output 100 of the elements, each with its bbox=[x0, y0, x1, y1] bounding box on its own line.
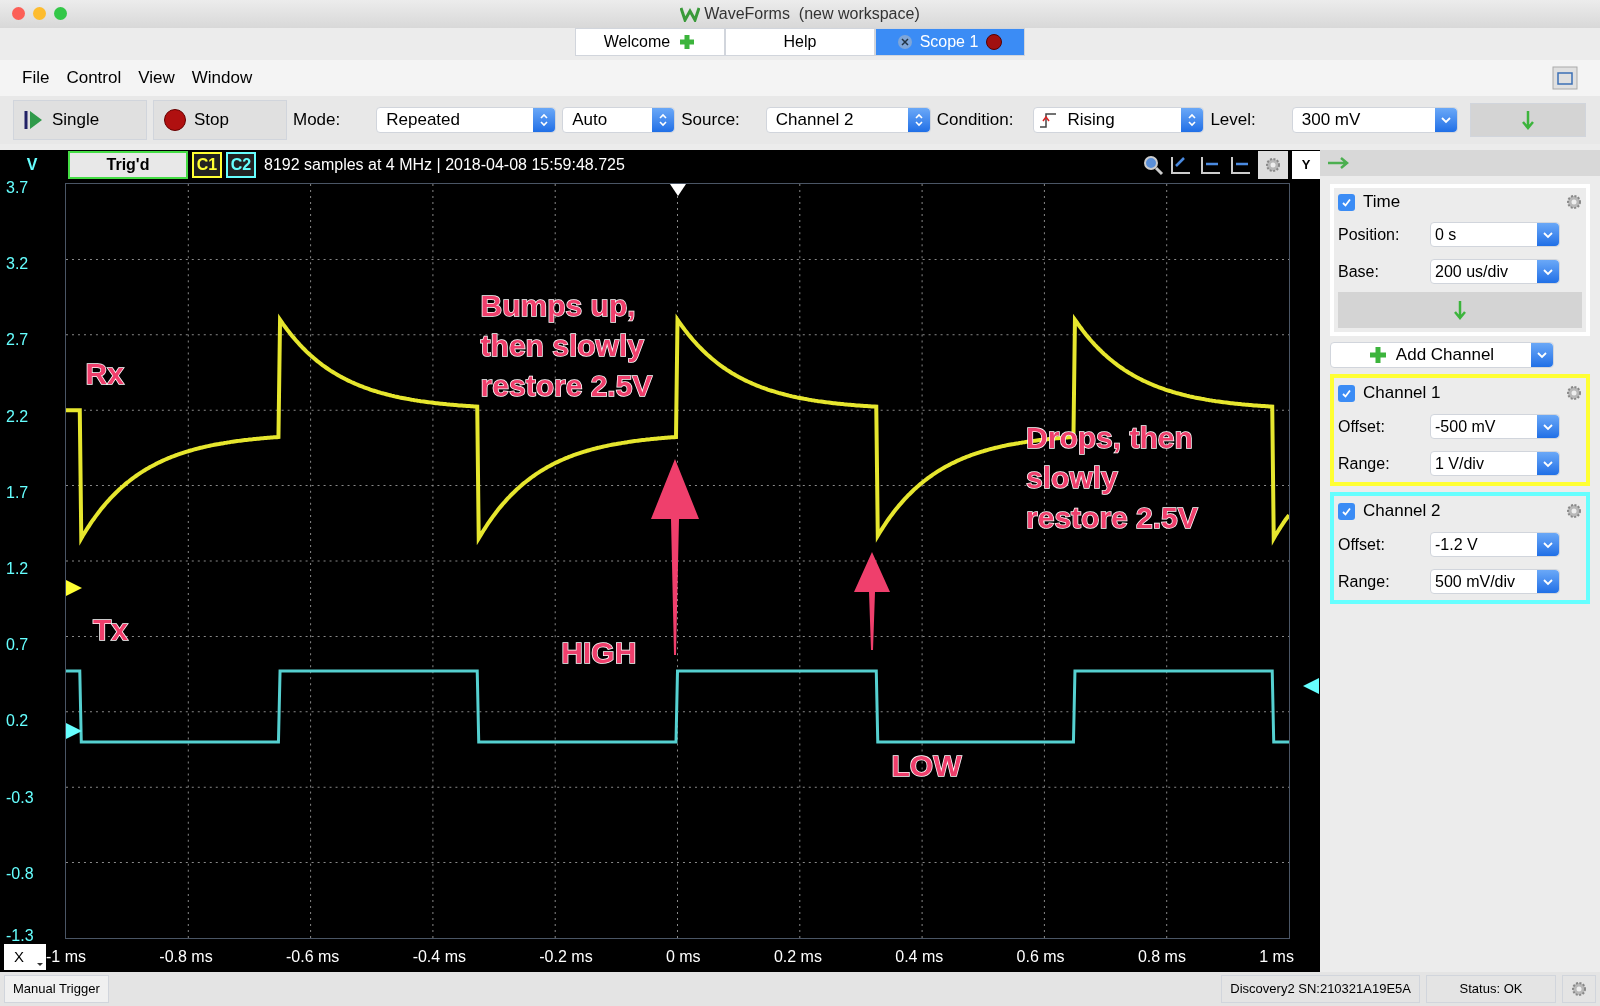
settings-icon[interactable] bbox=[1566, 385, 1582, 401]
arrow-icon bbox=[851, 551, 892, 650]
close-button[interactable] bbox=[12, 7, 25, 20]
channel-marker-icon[interactable] bbox=[66, 723, 82, 740]
axis-label: 3.2 bbox=[6, 254, 29, 275]
zoom-icon[interactable] bbox=[1142, 154, 1164, 176]
axis-label: 1.7 bbox=[6, 482, 29, 503]
stop-icon bbox=[164, 109, 186, 131]
dropdown-field[interactable]: 0 s bbox=[1430, 222, 1560, 247]
stop-icon bbox=[986, 34, 1003, 50]
field-label: Base: bbox=[1338, 261, 1380, 282]
section-title: Channel 2 bbox=[1363, 500, 1442, 523]
play-step-icon bbox=[24, 109, 44, 131]
menu-item[interactable]: Control bbox=[66, 65, 122, 91]
trigger-marker-icon[interactable] bbox=[669, 184, 686, 196]
logo-icon bbox=[680, 6, 701, 22]
caret-icon[interactable] bbox=[34, 944, 46, 970]
dropdown-field[interactable]: 1 V/div bbox=[1430, 451, 1560, 476]
window-title: WaveForms (new workspace) bbox=[704, 4, 920, 24]
settings-icon[interactable] bbox=[1566, 503, 1582, 519]
field-label: Range: bbox=[1338, 453, 1391, 474]
windows-icon[interactable] bbox=[1552, 66, 1578, 90]
channel-marker-icon[interactable] bbox=[1303, 677, 1319, 694]
annotation-text: Drops, then slowly restore 2.5V bbox=[1026, 419, 1198, 536]
annotation-text: LOW bbox=[891, 747, 962, 784]
stop-button[interactable]: Stop bbox=[153, 100, 287, 140]
menu-item[interactable]: View bbox=[138, 65, 175, 91]
axis-label: -0.6 ms bbox=[285, 947, 340, 967]
control-label: Level: bbox=[1210, 109, 1256, 132]
close-icon[interactable] bbox=[897, 35, 912, 49]
maximize-button[interactable] bbox=[54, 7, 67, 20]
dropdown-field[interactable]: Channel 2 bbox=[765, 107, 931, 133]
up-down-arrows-icon bbox=[1181, 108, 1204, 132]
device-info: Discovery2 SN:210321A19E5A bbox=[1221, 975, 1420, 1003]
right-arrow-icon[interactable] bbox=[1328, 157, 1350, 169]
checkbox[interactable] bbox=[1338, 384, 1355, 402]
manual-trigger-button[interactable]: Manual Trigger bbox=[4, 975, 109, 1003]
annotation-text: HIGH bbox=[561, 634, 637, 671]
annotation-text: Rx bbox=[85, 355, 124, 392]
dropdown-field[interactable]: 200 us/div bbox=[1430, 259, 1560, 284]
axis-label: -0.2 ms bbox=[539, 947, 593, 967]
axis-label: 0.2 bbox=[6, 711, 29, 732]
settings-icon[interactable] bbox=[1265, 157, 1281, 173]
field-label: Offset: bbox=[1338, 416, 1386, 437]
down-arrow-icon bbox=[1520, 110, 1535, 130]
tab[interactable]: Help bbox=[725, 28, 875, 56]
menu-item[interactable]: Window bbox=[191, 65, 253, 91]
acquisition-info: 8192 samples at 4 MHz | 2018-04-08 15:59:48.725 bbox=[264, 155, 625, 175]
single-button[interactable]: Single bbox=[13, 100, 147, 140]
dropdown-field[interactable]: -500 mV bbox=[1430, 414, 1560, 439]
axis-label: 0.6 ms bbox=[1016, 947, 1065, 967]
axis-label: -0.8 ms bbox=[159, 947, 213, 967]
dropdown-field[interactable]: 500 mV/div bbox=[1430, 569, 1560, 594]
x-axis-button[interactable]: X bbox=[4, 944, 34, 970]
arrow-icon bbox=[649, 459, 702, 656]
settings-icon[interactable] bbox=[1566, 194, 1582, 210]
dropdown-field[interactable]: Rising bbox=[1033, 107, 1205, 133]
y-axis-button[interactable]: Y bbox=[1292, 151, 1320, 179]
field-label: Offset: bbox=[1338, 534, 1386, 555]
control-label: Mode: bbox=[293, 109, 341, 132]
channel-badge[interactable]: C1 bbox=[192, 152, 222, 178]
axis-label: -0.4 ms bbox=[412, 947, 466, 967]
axis-label: 0.8 ms bbox=[1137, 947, 1186, 967]
add-channel-button[interactable]: Add Channel bbox=[1330, 342, 1554, 368]
axis-label: 3.7 bbox=[6, 178, 29, 198]
plus-icon bbox=[1367, 345, 1388, 365]
trigger-status: Trig'd bbox=[68, 151, 188, 179]
axis-label: 0.2 ms bbox=[773, 947, 822, 967]
section-title: Time bbox=[1363, 191, 1402, 214]
axis-label: 1 ms bbox=[1259, 947, 1294, 967]
axis-label: 2.2 bbox=[6, 406, 29, 427]
dropdown-field[interactable]: Repeated bbox=[376, 107, 557, 133]
settings-icon[interactable] bbox=[1571, 981, 1587, 997]
axis-label: -1.3 bbox=[6, 926, 34, 946]
dropdown-field[interactable]: Auto bbox=[562, 107, 676, 133]
section-title: Channel 1 bbox=[1363, 382, 1442, 405]
menu-item[interactable]: File bbox=[22, 65, 50, 91]
axis-label: -0.8 bbox=[6, 863, 34, 884]
rising-edge-icon bbox=[1038, 111, 1059, 129]
check-icon bbox=[1341, 196, 1352, 208]
axis-label: 0.7 bbox=[6, 635, 29, 656]
check-icon bbox=[1341, 505, 1352, 517]
dropdown-field[interactable]: 300 mV bbox=[1291, 107, 1458, 133]
axis-label: -1 ms bbox=[46, 947, 86, 967]
checkbox[interactable] bbox=[1338, 193, 1355, 211]
axis-label: 1.2 bbox=[6, 559, 29, 579]
axis-label: 0 ms bbox=[665, 947, 701, 967]
axis-label: -0.3 bbox=[6, 787, 34, 808]
up-down-arrows-icon bbox=[533, 108, 556, 132]
control-label: Source: bbox=[681, 109, 740, 132]
axis-label: 0.4 ms bbox=[895, 947, 944, 967]
channel-badge[interactable]: C2 bbox=[226, 152, 256, 178]
plus-icon[interactable] bbox=[678, 33, 697, 51]
up-down-arrows-icon bbox=[652, 108, 675, 132]
checkbox[interactable] bbox=[1338, 502, 1355, 520]
field-label: Range: bbox=[1338, 571, 1391, 592]
dropdown-field[interactable]: -1.2 V bbox=[1430, 532, 1560, 557]
tab[interactable]: Welcome bbox=[575, 28, 725, 56]
channel-marker-icon[interactable] bbox=[66, 579, 82, 596]
check-icon bbox=[1341, 387, 1352, 399]
